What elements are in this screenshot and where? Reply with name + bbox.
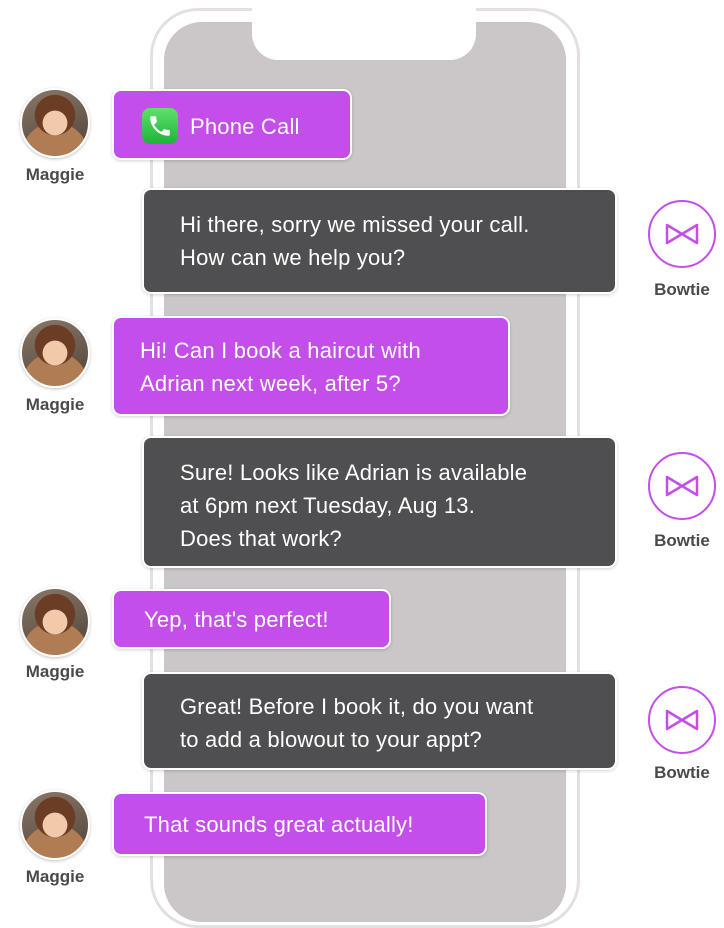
phone-call-label: Phone Call	[190, 114, 300, 139]
message-line: Yep, that's perfect!	[144, 607, 329, 632]
message-line: Sure! Looks like Adrian is available	[180, 460, 528, 485]
bowtie-avatar	[648, 200, 716, 268]
message-bubble-user: Phone Call	[112, 89, 352, 160]
sender-name: Bowtie	[654, 763, 710, 782]
sender-name: Bowtie	[654, 531, 710, 550]
message-bubble-user: Hi! Can I book a haircut with Adrian nex…	[112, 316, 510, 416]
message-line: That sounds great actually!	[144, 812, 414, 837]
phone-icon	[142, 108, 178, 145]
message-bubble-bot: Sure! Looks like Adrian is available at …	[142, 436, 617, 568]
sender-name: Maggie	[25, 165, 85, 184]
message-bubble-user: Yep, that's perfect!	[112, 589, 391, 649]
message-bubble-bot: Hi there, sorry we missed your call. How…	[142, 188, 617, 294]
bowtie-avatar	[648, 686, 716, 754]
message-bubble-user: That sounds great actually!	[112, 792, 487, 856]
message-line: Does that work?	[180, 526, 342, 551]
sender-name: Maggie	[25, 395, 85, 414]
sender-name: Maggie	[25, 662, 85, 681]
message-line: to add a blowout to your appt?	[180, 727, 482, 752]
message-line: Hi! Can I book a haircut with	[140, 338, 421, 363]
avatar	[20, 587, 90, 657]
avatar	[20, 88, 90, 158]
avatar	[20, 790, 90, 860]
bowtie-icon	[665, 223, 699, 245]
message-line: Great! Before I book it, do you want	[180, 694, 534, 719]
bowtie-icon	[665, 709, 699, 731]
sender-name: Maggie	[25, 867, 85, 886]
bowtie-avatar	[648, 452, 716, 520]
message-line: at 6pm next Tuesday, Aug 13.	[180, 493, 476, 518]
message-line: Adrian next week, after 5?	[140, 371, 401, 396]
bowtie-icon	[665, 475, 699, 497]
message-line: How can we help you?	[180, 245, 406, 270]
message-bubble-bot: Great! Before I book it, do you want to …	[142, 672, 617, 770]
sender-name: Bowtie	[654, 280, 710, 299]
message-line: Hi there, sorry we missed your call.	[180, 212, 530, 237]
avatar	[20, 318, 90, 388]
phone-notch	[252, 8, 476, 60]
